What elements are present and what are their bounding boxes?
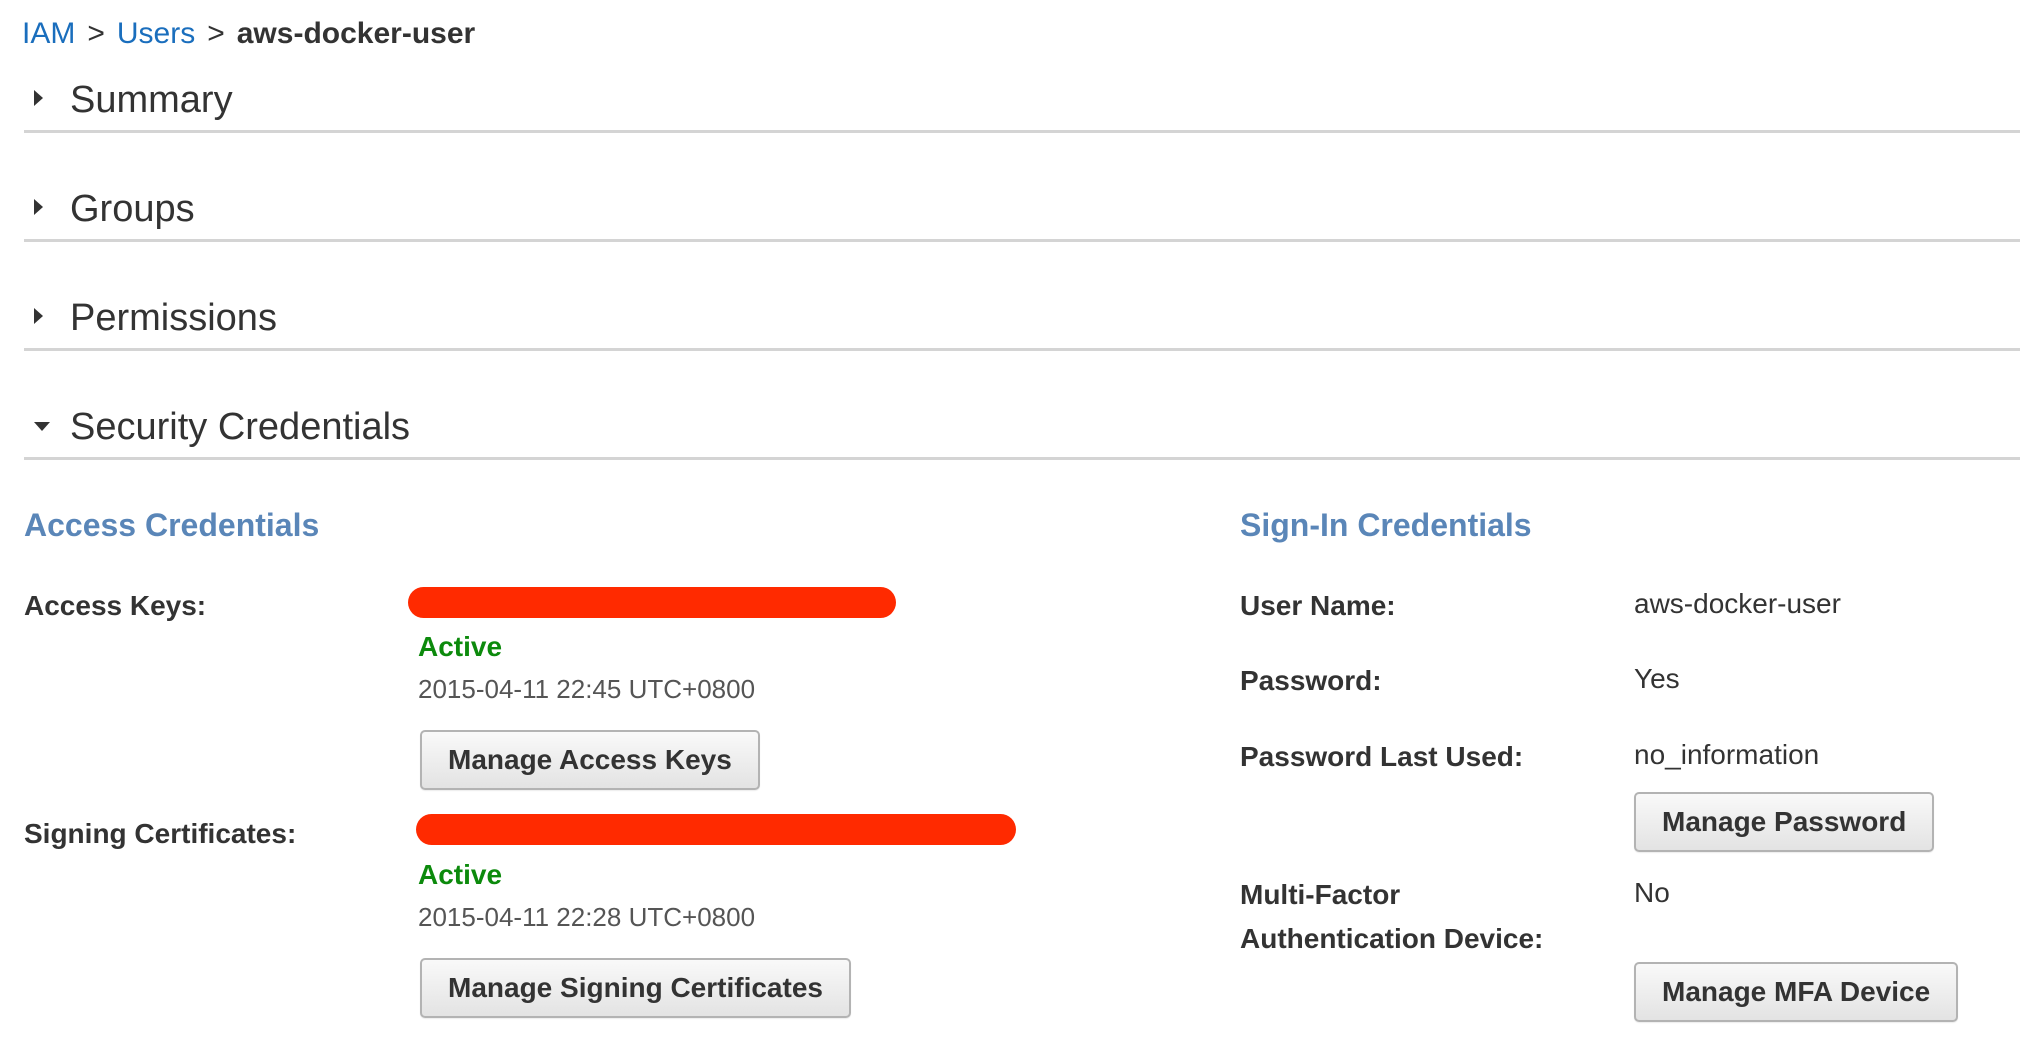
mfa-label-line2: Authentication Device: [1240, 923, 1544, 954]
collapse-arrow-icon [34, 422, 50, 431]
expand-arrow-icon [34, 90, 43, 106]
section-summary[interactable]: Summary [24, 70, 2020, 133]
user-name-value: aws-docker-user [1634, 588, 1841, 619]
section-title: Permissions [70, 297, 277, 339]
access-key-date: 2015-04-11 22:45 UTC+0800 [418, 674, 756, 704]
password-value: Yes [1634, 663, 1680, 694]
access-keys-label: Access Keys: [24, 590, 207, 621]
section-title: Summary [70, 79, 233, 121]
section-title: Groups [70, 188, 195, 230]
access-credentials-heading: Access Credentials [24, 507, 320, 543]
password-last-used-label: Password Last Used: [1240, 741, 1524, 772]
redacted-signing-certificate [416, 814, 1016, 845]
breadcrumb-iam-link[interactable]: IAM [22, 17, 75, 50]
section-permissions[interactable]: Permissions [24, 288, 2020, 351]
signin-credentials-heading: Sign-In Credentials [1240, 507, 1532, 543]
access-key-status: Active [418, 631, 503, 662]
section-security-credentials[interactable]: Security Credentials [24, 397, 2020, 460]
signing-certificate-status: Active [418, 859, 503, 890]
breadcrumb-separator: > [87, 17, 105, 50]
breadcrumb-current: aws-docker-user [236, 17, 476, 50]
breadcrumb: IAM > Users > aws-docker-user [22, 16, 475, 52]
manage-signing-certificates-button[interactable]: Manage Signing Certificates [420, 958, 851, 1018]
signing-certificate-date: 2015-04-11 22:28 UTC+0800 [418, 902, 756, 932]
manage-mfa-device-button[interactable]: Manage MFA Device [1634, 962, 1959, 1022]
expand-arrow-icon [34, 199, 43, 215]
redacted-access-key [408, 587, 896, 618]
mfa-value: No [1634, 877, 1670, 908]
mfa-label-line1: Multi-Factor [1240, 879, 1401, 910]
password-label: Password: [1240, 665, 1382, 696]
manage-access-keys-button[interactable]: Manage Access Keys [420, 730, 760, 790]
section-groups[interactable]: Groups [24, 179, 2020, 242]
manage-password-button[interactable]: Manage Password [1634, 792, 1935, 852]
section-title: Security Credentials [70, 406, 411, 448]
user-name-label: User Name: [1240, 590, 1396, 621]
password-last-used-value: no_information [1634, 739, 1820, 770]
signing-certificates-label: Signing Certificates: [24, 818, 297, 849]
breadcrumb-users-link[interactable]: Users [117, 17, 195, 50]
breadcrumb-separator: > [207, 17, 225, 50]
expand-arrow-icon [34, 308, 43, 324]
